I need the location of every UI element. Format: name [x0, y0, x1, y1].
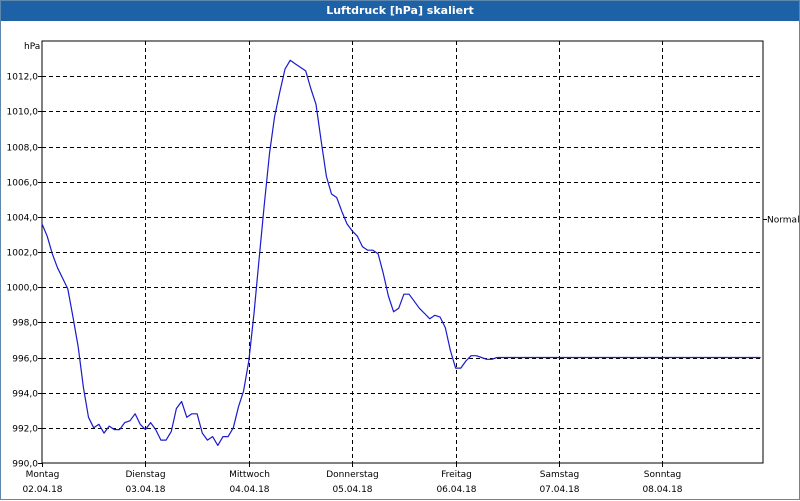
y-tick-label: 1008,0: [7, 144, 39, 154]
y-tick-label: 1010,0: [7, 108, 39, 118]
x-tick-date: 04.04.18: [229, 485, 269, 495]
y-tick-label: 1012,0: [7, 73, 39, 83]
axis-labels: 990,0 992,0 994,0 996,0 998,0 1000,0 1002,0 100…: [7, 42, 800, 495]
x-tick-date: 07.04.18: [539, 485, 579, 495]
x-tick-date: 05.04.18: [332, 485, 372, 495]
y-tick-label: 996,0: [12, 355, 38, 365]
grid: [42, 41, 763, 463]
x-tick-date: 02.04.18: [22, 485, 62, 495]
y-axis-label: hPa: [24, 42, 40, 52]
x-tick-day: Freitag: [441, 470, 472, 480]
chart-window: Luftdruck [hPa] skaliert 990,0 992,0 994,0…: [0, 0, 800, 500]
x-tick-date: 03.04.18: [125, 485, 165, 495]
y-tick-label: 990,0: [12, 460, 38, 470]
y-tick-label: 1002,0: [7, 249, 39, 259]
x-tick-day: Dienstag: [125, 470, 165, 480]
y-tick-label: 1000,0: [7, 284, 39, 294]
x-tick-day: Sonntag: [644, 470, 681, 480]
y-tick-label: 1004,0: [7, 214, 39, 224]
normal-label: Normal: [767, 216, 800, 226]
axes: [38, 40, 767, 467]
x-tick-date: 08.04.18: [642, 485, 682, 495]
x-tick-date: 06.04.18: [436, 485, 476, 495]
pressure-chart: 990,0 992,0 994,0 996,0 998,0 1000,0 1002,0 100…: [7, 40, 800, 495]
x-tick-day: Samstag: [540, 470, 579, 480]
x-tick-day: Montag: [26, 470, 60, 480]
x-tick-day: Donnerstag: [326, 470, 379, 480]
y-tick-label: 994,0: [12, 390, 38, 400]
x-tick-day: Mittwoch: [229, 470, 270, 480]
y-tick-label: 992,0: [12, 425, 38, 435]
y-tick-label: 998,0: [12, 319, 38, 329]
y-tick-label: 1006,0: [7, 179, 39, 189]
